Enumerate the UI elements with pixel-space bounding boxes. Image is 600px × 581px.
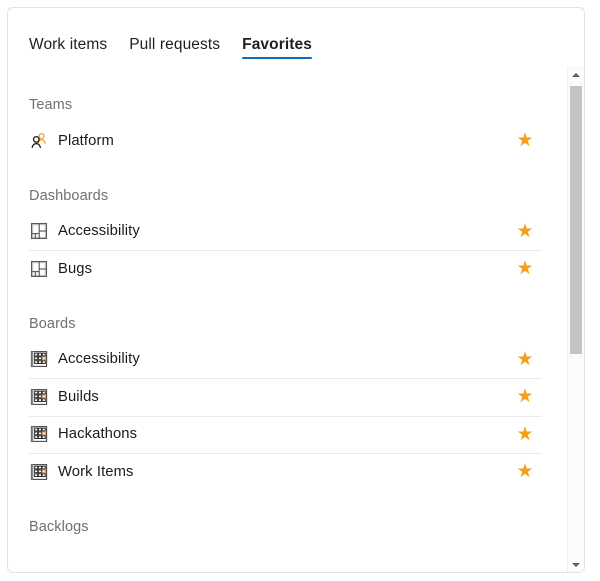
star-glyph: ★	[516, 461, 534, 483]
list-item-label: Platform	[58, 132, 114, 149]
star-glyph: ★	[516, 220, 534, 242]
list-item[interactable]: Hackathons ★	[8, 415, 560, 454]
star-glyph: ★	[516, 258, 534, 280]
favorite-star-icon[interactable]: ★	[514, 130, 536, 152]
group-header-backlogs: Backlogs	[29, 518, 89, 535]
favorites-card: Work items Pull requests Favorites Teams Pl…	[7, 7, 585, 573]
group-header-dashboards: Dashboards	[29, 187, 109, 204]
list-item-label: Work Items	[58, 463, 134, 480]
favorites-scroll-region[interactable]: Teams Platform ★ Dashboards Accessibility ★ Bu…	[8, 66, 584, 572]
board-kanban-icon	[29, 424, 49, 444]
dashboard-grid-icon	[29, 221, 49, 241]
dashboard-grid-icon	[29, 259, 49, 279]
board-kanban-icon	[29, 349, 49, 369]
board-kanban-icon	[29, 387, 49, 407]
list-item[interactable]: Builds ★	[8, 378, 560, 416]
tab-work-items[interactable]: Work items	[29, 23, 107, 67]
scrollbar-thumb[interactable]	[570, 86, 582, 354]
scroll-down-arrow-icon	[572, 562, 580, 567]
group-header-teams: Teams	[29, 97, 73, 113]
list-item-label: Bugs	[58, 260, 93, 277]
scroll-up-arrow-icon	[572, 72, 580, 77]
tab-favorites[interactable]: Favorites	[242, 23, 312, 67]
group-header-boards: Boards	[29, 315, 76, 332]
list-item-label: Accessibility	[58, 223, 140, 240]
tab-pull-requests[interactable]: Pull requests	[129, 23, 220, 67]
list-item[interactable]: Accessibility ★	[8, 213, 560, 251]
favorite-star-icon[interactable]: ★	[514, 386, 536, 408]
star-glyph: ★	[516, 386, 534, 408]
list-item[interactable]: Platform ★	[8, 122, 560, 160]
favorites-list: Teams Platform ★ Dashboards Accessibility ★ Bu…	[8, 66, 560, 544]
vertical-scrollbar[interactable]	[567, 66, 584, 572]
favorite-star-icon[interactable]: ★	[514, 461, 536, 483]
favorite-star-icon[interactable]: ★	[514, 258, 536, 280]
tab-label: Favorites	[242, 36, 312, 54]
tab-label: Pull requests	[129, 36, 221, 54]
favorite-star-icon[interactable]: ★	[514, 423, 536, 445]
star-glyph: ★	[516, 130, 534, 152]
scroll-down-button[interactable]	[568, 556, 584, 572]
board-kanban-icon	[29, 462, 49, 482]
team-people-icon	[29, 131, 49, 151]
active-tab-indicator	[242, 57, 312, 59]
favorite-star-icon[interactable]: ★	[514, 220, 536, 242]
list-item-label: Builds	[58, 388, 99, 405]
list-item[interactable]: Bugs ★	[8, 250, 560, 288]
favorite-star-icon[interactable]: ★	[514, 348, 536, 370]
list-item[interactable]: Accessibility ★	[8, 341, 560, 379]
star-glyph: ★	[516, 423, 534, 445]
list-item[interactable]: Work Items ★	[8, 453, 560, 491]
star-glyph: ★	[516, 348, 534, 370]
list-item-label: Accessibility	[58, 351, 140, 368]
favorites-panel: Work items Pull requests Favorites Teams Pl…	[0, 0, 600, 581]
tab-bar: Work items Pull requests Favorites	[8, 8, 334, 66]
tab-label: Work items	[29, 36, 108, 54]
scroll-up-button[interactable]	[568, 66, 584, 83]
list-item-label: Hackathons	[58, 426, 138, 443]
